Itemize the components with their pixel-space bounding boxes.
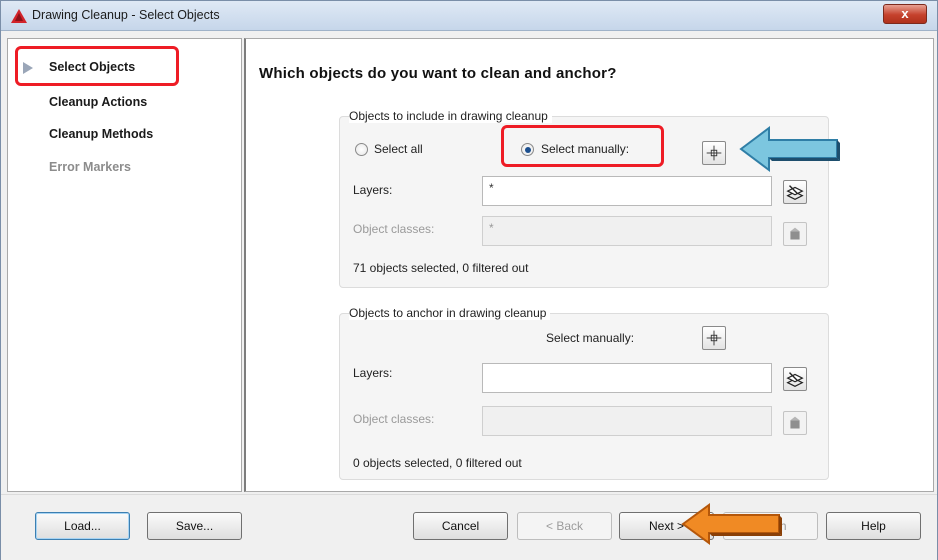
anchor-status-text: 0 objects selected, 0 filtered out <box>353 456 522 470</box>
include-object-classes-input: * <box>482 216 772 246</box>
page-heading: Which objects do you want to clean and a… <box>259 65 617 82</box>
include-group-title: Objects to include in drawing cleanup <box>349 109 552 123</box>
select-manually-highlight-box <box>501 125 664 167</box>
object-class-icon <box>790 227 800 240</box>
anchor-group-title: Objects to anchor in drawing cleanup <box>349 306 551 320</box>
save-button[interactable]: Save... <box>147 512 242 540</box>
nav-item-cleanup-actions[interactable]: Cleanup Actions <box>49 95 147 109</box>
include-layers-label: Layers: <box>353 183 393 197</box>
layer-select-icon <box>786 185 804 200</box>
anchor-object-classes-label: Object classes: <box>353 412 435 426</box>
include-object-classes-label: Object classes: <box>353 222 435 236</box>
include-pick-button[interactable] <box>702 141 726 165</box>
object-class-icon <box>790 416 800 429</box>
select-all-label: Select all <box>374 142 423 156</box>
include-layers-input[interactable]: * <box>482 176 772 206</box>
select-objects-highlight-box <box>15 46 179 86</box>
nav-item-error-markers: Error Markers <box>49 160 131 174</box>
autocad-logo-icon <box>11 9 27 23</box>
crosshair-pick-icon <box>706 145 722 161</box>
select-all-radio[interactable] <box>355 143 368 156</box>
anchor-pick-button[interactable] <box>702 326 726 350</box>
close-button[interactable]: x <box>883 4 927 24</box>
anchor-layers-label: Layers: <box>353 366 393 380</box>
include-layers-button[interactable] <box>783 180 807 204</box>
include-status-text: 71 objects selected, 0 filtered out <box>353 261 529 275</box>
crosshair-pick-icon <box>706 330 722 346</box>
callout-arrow-icon <box>681 503 782 545</box>
anchor-select-manually-label: Select manually: <box>546 331 635 345</box>
window-title: Drawing Cleanup - Select Objects <box>32 8 220 22</box>
help-button[interactable]: Help <box>826 512 921 540</box>
nav-item-cleanup-methods[interactable]: Cleanup Methods <box>49 127 153 141</box>
anchor-object-classes-input <box>482 406 772 436</box>
callout-arrow-icon <box>739 126 840 172</box>
layer-select-icon <box>786 372 804 387</box>
anchor-layers-input[interactable] <box>482 363 772 393</box>
anchor-object-classes-button <box>783 411 807 435</box>
back-button: < Back <box>517 512 612 540</box>
cancel-button[interactable]: Cancel <box>413 512 508 540</box>
load-button[interactable]: Load... <box>35 512 130 540</box>
close-icon: x <box>901 6 909 21</box>
include-object-classes-button <box>783 222 807 246</box>
drawing-cleanup-dialog: Drawing Cleanup - Select Objects x Selec… <box>0 0 938 560</box>
anchor-layers-button[interactable] <box>783 367 807 391</box>
title-bar: Drawing Cleanup - Select Objects x <box>1 1 937 31</box>
